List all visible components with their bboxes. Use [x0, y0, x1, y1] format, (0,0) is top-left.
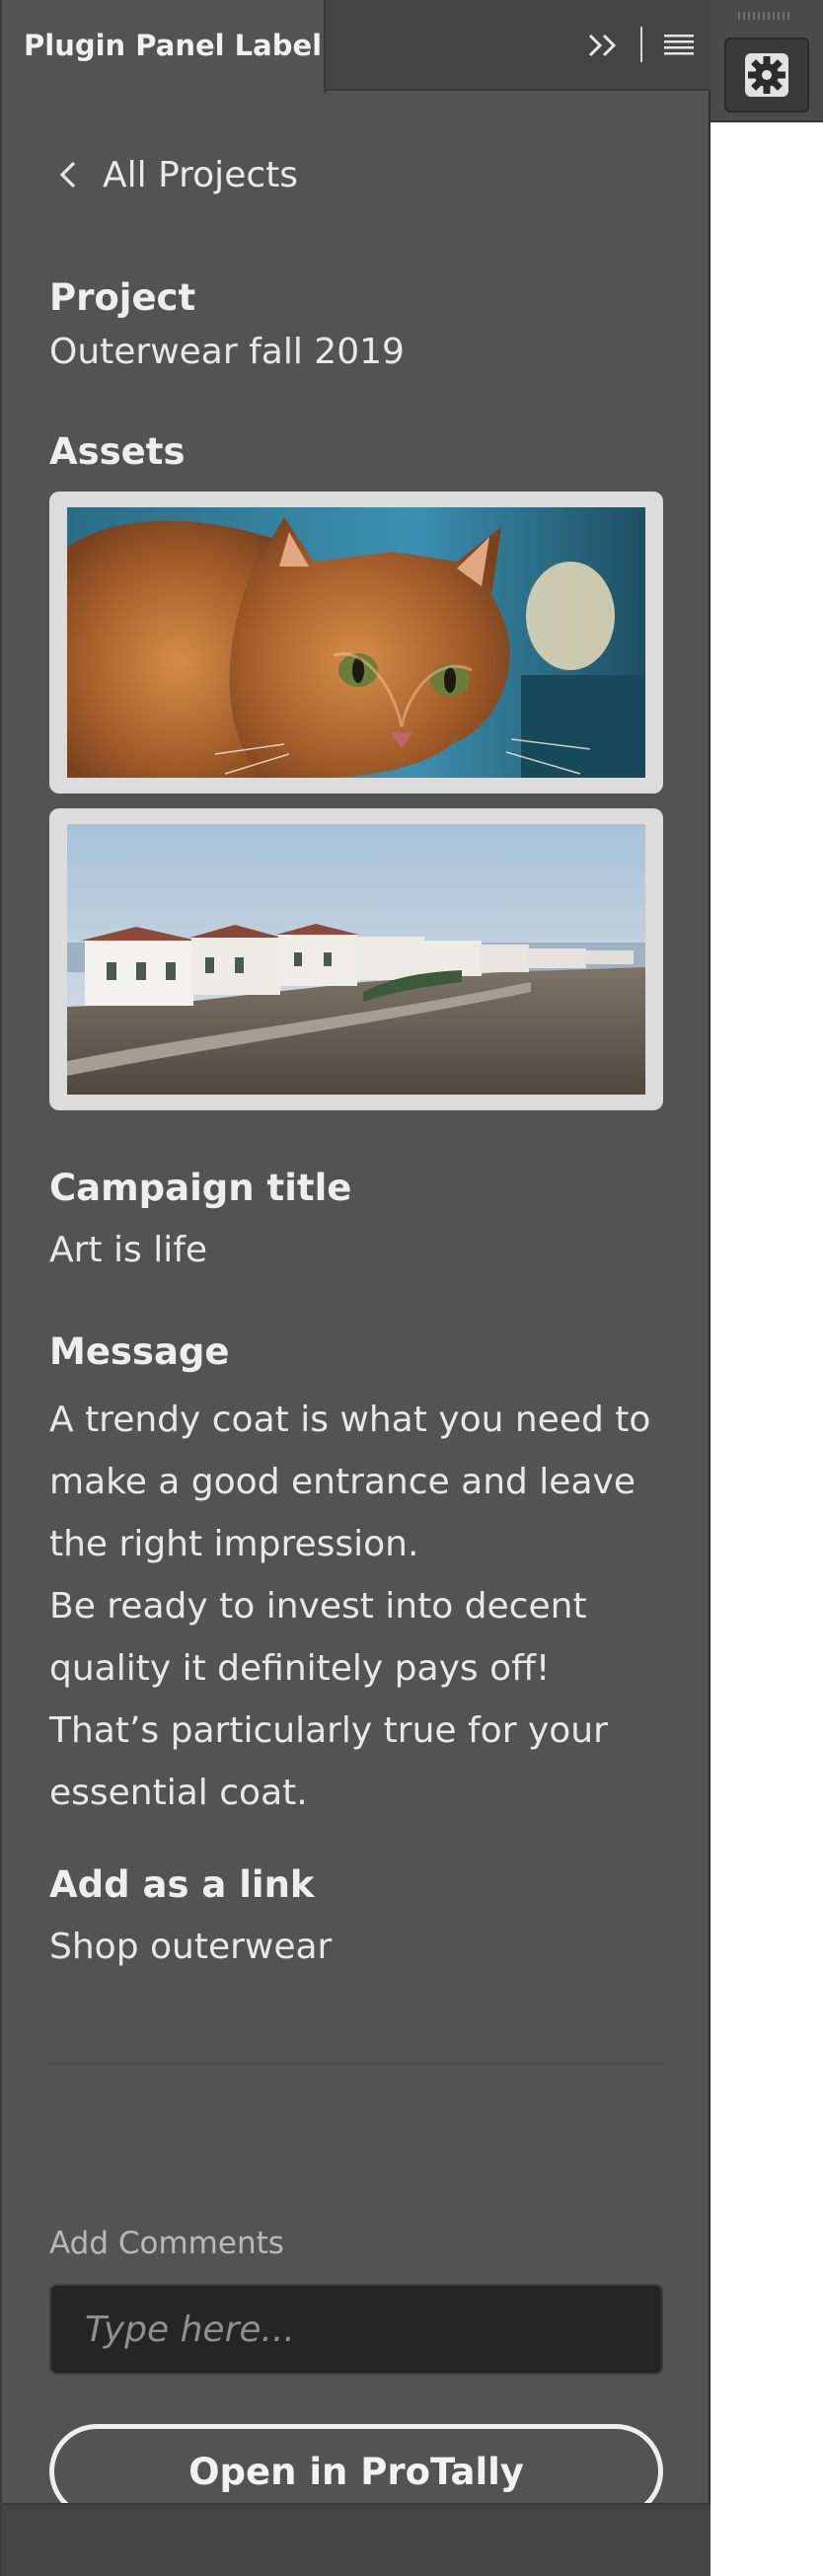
chevron-left-icon — [59, 161, 76, 189]
plugin-dock-button[interactable] — [724, 38, 809, 113]
comment-input[interactable] — [49, 2284, 663, 2375]
message-body: A trendy coat is what you need to make a… — [49, 1389, 663, 1824]
panel-footer — [2, 2503, 711, 2576]
message-paragraph: A trendy coat is what you need to make a… — [49, 1400, 651, 1564]
coastal-houses-image — [67, 824, 645, 1095]
dock-strip — [711, 0, 823, 122]
add-comments-label: Add Comments — [49, 2226, 284, 2261]
campaign-title-value: Art is life — [49, 1230, 208, 1270]
hamburger-menu-icon[interactable] — [662, 32, 696, 57]
panel-tab[interactable]: Plugin Panel Label — [2, 0, 326, 93]
message-paragraph: Be ready to invest into decent quality i… — [49, 1586, 608, 1813]
message-label: Message — [49, 1330, 230, 1373]
link-value[interactable]: Shop outerwear — [49, 1927, 332, 1967]
add-link-label: Add as a link — [49, 1863, 315, 1906]
asset-thumbnail-houses[interactable] — [49, 808, 663, 1110]
panel-tab-bar: Plugin Panel Label — [2, 0, 711, 93]
cat-image — [67, 507, 645, 778]
section-divider — [49, 2063, 663, 2065]
all-projects-back-link[interactable]: All Projects — [49, 150, 326, 199]
plugin-panel: Plugin Panel Label All Projects Project … — [0, 0, 711, 2576]
campaign-title-label: Campaign title — [49, 1167, 352, 1209]
assets-label: Assets — [49, 430, 186, 473]
double-chevron-right-icon[interactable] — [584, 26, 624, 65]
gear-icon — [745, 53, 788, 97]
tab-divider — [640, 27, 642, 62]
back-link-label: All Projects — [103, 154, 298, 195]
asset-thumbnail-cat[interactable] — [49, 492, 663, 794]
drag-grip-icon[interactable] — [738, 10, 793, 22]
project-name: Outerwear fall 2019 — [49, 332, 405, 372]
project-label: Project — [49, 276, 196, 319]
